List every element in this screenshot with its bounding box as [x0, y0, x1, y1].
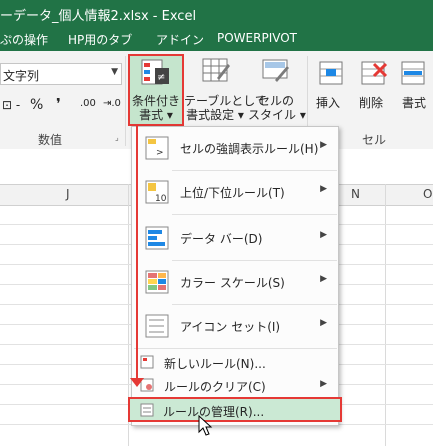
number-format-value: 文字列 — [3, 69, 40, 83]
manage-rules-icon — [140, 403, 154, 417]
menu-item-highlight-cell-rules[interactable]: > セルの強調表示ルール(H) ▶ — [134, 128, 337, 168]
format-as-table-label-2: 書式設定 ▾ — [186, 108, 244, 122]
delete-cells-icon — [361, 61, 388, 85]
menu-item-icon-sets[interactable]: アイコン セット(I) ▶ — [134, 306, 337, 346]
insert-cells-icon — [319, 61, 343, 85]
menu-item-top-bottom-rules[interactable]: 10 上位/下位ルール(T) ▶ — [134, 172, 337, 212]
cell-styles-label-2: スタイル ▾ — [248, 108, 306, 122]
svg-text:>: > — [156, 148, 164, 158]
svg-text:≠: ≠ — [157, 72, 165, 83]
insert-button[interactable]: 挿入 — [312, 56, 352, 116]
format-label: 書式 — [402, 96, 427, 110]
tab-powerpivot[interactable]: POWERPIVOT — [217, 31, 297, 45]
dialog-launcher-icon[interactable]: ⌟ — [115, 133, 119, 142]
submenu-arrow-icon: ▶ — [320, 274, 327, 284]
submenu-arrow-icon: ▶ — [320, 140, 327, 150]
annotation-line — [136, 126, 138, 381]
delete-label: 削除 — [359, 96, 384, 110]
menu-item-clear-rules[interactable]: ルールのクリア(C) ▶ — [134, 374, 337, 396]
percent-button[interactable]: % — [30, 97, 43, 113]
mouse-cursor-icon — [198, 415, 213, 436]
highlight-rules-icon: > — [145, 136, 169, 160]
format-cells-icon — [401, 61, 425, 85]
chevron-down-icon: ▼ — [111, 67, 118, 77]
title-bar: ーデータ_個人情報2.xlsx - Excel — [0, 0, 433, 26]
menu-separator — [172, 260, 337, 261]
cell-styles-icon — [262, 59, 289, 82]
menu-item-label: 上位/下位ルール(T) — [180, 186, 285, 200]
top-bottom-rules-icon: 10 — [145, 180, 169, 204]
icon-sets-icon — [145, 314, 169, 338]
tab-data-operations[interactable]: ぷの操作 — [0, 31, 48, 48]
menu-separator — [172, 214, 337, 215]
menu-item-data-bars[interactable]: データ バー(D) ▶ — [134, 218, 337, 258]
menu-separator — [172, 170, 337, 171]
decrease-decimal-button[interactable]: ⇥.0 — [103, 98, 121, 109]
window-title: ーデータ_個人情報2.xlsx - Excel — [0, 9, 197, 24]
column-header-o[interactable]: O — [423, 187, 432, 201]
format-button[interactable]: 書式 — [396, 56, 433, 116]
submenu-arrow-icon: ▶ — [320, 230, 327, 240]
data-bars-icon — [145, 226, 169, 250]
menu-item-label: セルの強調表示ルール(H) — [180, 142, 319, 156]
comma-style-button[interactable]: ❜ — [56, 95, 61, 113]
delete-button[interactable]: 削除 — [354, 56, 394, 116]
tab-addins[interactable]: アドイン — [156, 31, 204, 48]
menu-separator — [134, 348, 337, 349]
menu-item-label: 新しいルール(N)... — [164, 357, 266, 371]
format-as-table-label-1: テーブルとして — [184, 94, 267, 108]
currency-format-button[interactable]: ⊡ - — [2, 98, 20, 112]
conditional-format-button[interactable]: ≠ 条件付き 書式 ▾ — [128, 54, 184, 126]
submenu-arrow-icon: ▶ — [320, 184, 327, 194]
menu-item-label: データ バー(D) — [180, 232, 263, 246]
cell-styles-label-1: セルの — [257, 94, 294, 108]
new-rule-icon — [140, 355, 154, 369]
column-header-n[interactable]: N — [351, 187, 360, 201]
conditional-format-label-2: 書式 ▾ — [139, 108, 173, 122]
annotation-arrow-icon — [130, 378, 144, 387]
menu-item-label: カラー スケール(S) — [180, 276, 285, 290]
menu-item-manage-rules[interactable]: ルールの管理(R)... — [128, 397, 342, 422]
menu-separator — [172, 304, 337, 305]
number-format-select[interactable]: 文字列 ▼ — [0, 63, 122, 85]
group-label-number: 数值 — [38, 133, 63, 147]
menu-item-label: ルールのクリア(C) — [164, 380, 266, 394]
submenu-arrow-icon: ▶ — [320, 318, 327, 328]
menu-item-color-scales[interactable]: カラー スケール(S) ▶ — [134, 262, 337, 302]
increase-decimal-button[interactable]: .00 — [80, 98, 96, 109]
menu-item-label: アイコン セット(I) — [180, 320, 281, 334]
submenu-arrow-icon: ▶ — [320, 379, 327, 389]
insert-label: 挿入 — [316, 96, 341, 110]
ribbon-tab-row: ぷの操作 HP用のタブ アドイン POWERPIVOT — [0, 26, 433, 51]
column-header-j[interactable]: J — [66, 187, 70, 201]
tab-hp[interactable]: HP用のタブ — [68, 31, 132, 48]
conditional-format-label-1: 条件付き — [131, 94, 180, 108]
group-divider — [125, 56, 126, 146]
color-scales-icon — [145, 270, 169, 294]
table-format-icon — [202, 58, 230, 82]
group-label-cells: セル — [362, 133, 387, 147]
menu-item-new-rule[interactable]: 新しいルール(N)... — [134, 351, 337, 373]
conditional-format-icon: ≠ — [141, 59, 169, 85]
svg-text:10: 10 — [155, 194, 167, 204]
